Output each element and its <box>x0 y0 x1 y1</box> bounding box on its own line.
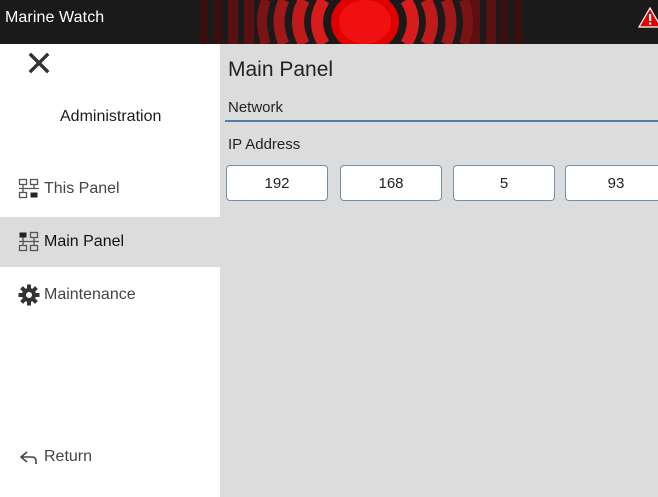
sidebar-item-label: This Panel <box>44 180 120 197</box>
top-bar: Marine Watch <box>0 0 658 44</box>
alarm-indicator-icon <box>200 0 522 44</box>
close-icon[interactable] <box>28 52 50 74</box>
section-divider <box>225 120 658 122</box>
network-icon <box>18 178 40 200</box>
return-button[interactable]: Return <box>0 432 220 482</box>
sidebar-item-this-panel[interactable]: This Panel <box>0 164 220 214</box>
section-heading-network: Network <box>228 99 284 116</box>
return-arrow-icon <box>18 446 40 468</box>
warning-triangle-icon[interactable] <box>638 6 658 30</box>
ip-address-label: IP Address <box>228 136 301 153</box>
main-content: Main Panel Network IP Address 192 168 5 … <box>220 44 658 497</box>
sidebar-item-label: Main Panel <box>44 233 125 250</box>
sidebar-section-title: Administration <box>60 108 162 125</box>
sidebar-item-main-panel[interactable]: Main Panel <box>0 217 220 267</box>
ip-octet-1-field[interactable]: 192 <box>226 165 328 201</box>
ip-octet-2-field[interactable]: 168 <box>340 165 442 201</box>
gear-icon <box>18 284 40 306</box>
sidebar-item-label: Maintenance <box>44 286 136 303</box>
ip-octet-3-field[interactable]: 5 <box>453 165 555 201</box>
sidebar-item-maintenance[interactable]: Maintenance <box>0 270 220 320</box>
return-label: Return <box>44 448 93 465</box>
page-title: Main Panel <box>228 58 334 81</box>
app-title: Marine Watch <box>5 9 105 26</box>
network-icon <box>18 231 40 253</box>
ip-octet-4-field[interactable]: 93 <box>565 165 658 201</box>
